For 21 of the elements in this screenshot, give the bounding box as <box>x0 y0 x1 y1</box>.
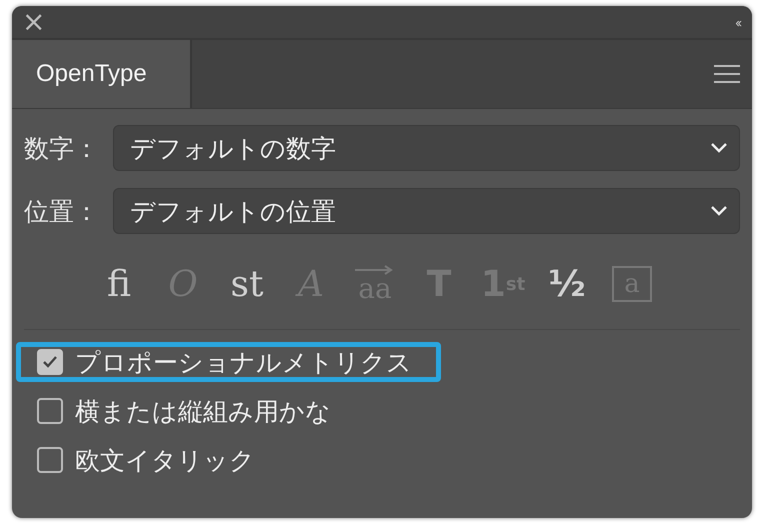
menu-icon[interactable] <box>714 65 740 83</box>
chevron-icon <box>711 206 727 216</box>
collapse-button[interactable]: ‹‹ <box>735 14 740 30</box>
field-label: 位置： <box>24 196 100 228</box>
glyph-button[interactable]: ½ <box>538 258 596 310</box>
arrow-icon <box>355 265 395 275</box>
checkbox-label: プロポーショナルメトリクス <box>75 346 412 378</box>
checkbox[interactable] <box>37 398 63 424</box>
glyph-button[interactable]: st <box>218 258 276 310</box>
checkmark-icon <box>42 355 58 369</box>
chevron-icon <box>711 143 727 153</box>
checkbox[interactable] <box>37 349 63 375</box>
dropdown[interactable]: デフォルトの数字 <box>113 125 740 171</box>
glyph-button[interactable]: ﬁ <box>90 258 148 310</box>
checkbox-label: 横または縦組み用かな <box>75 396 331 428</box>
dropdown[interactable]: デフォルトの位置 <box>113 188 740 234</box>
checkbox[interactable] <box>37 447 63 473</box>
field-label: 数字： <box>24 132 100 164</box>
checkbox-label: 欧文イタリック <box>75 444 255 476</box>
tab[interactable]: OpenType <box>12 40 192 108</box>
close-button[interactable]: × <box>22 8 46 36</box>
